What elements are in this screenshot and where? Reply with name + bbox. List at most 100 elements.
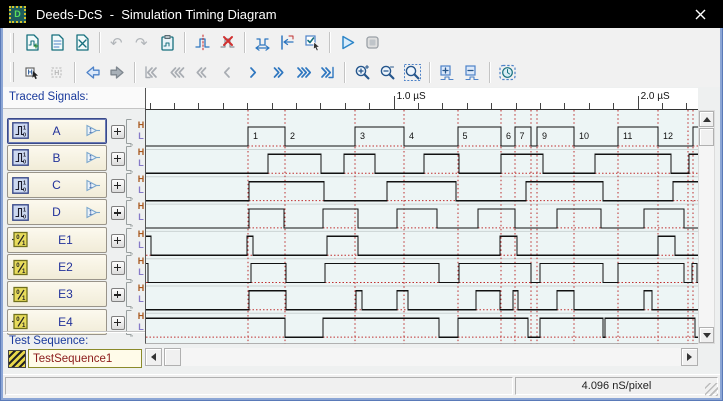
expand-signal-E2-button[interactable] [111,261,125,275]
signal-row-C: 10C1HL [3,172,145,199]
scroll-left-icon [147,353,156,361]
zoom-selection-button[interactable] [400,60,425,85]
copy-timing-diagram-button[interactable] [20,30,45,55]
svg-text:3: 3 [360,131,365,141]
signal-button-E3[interactable]: 01E3 [7,281,107,307]
forward-end-button[interactable] [315,60,340,85]
ruler-tick [540,103,541,109]
expand-signal-C-button[interactable] [111,179,125,193]
expand-signal-D-button[interactable] [111,206,125,220]
svg-text:6: 6 [506,131,511,141]
navigation-toolbar: HH [3,57,720,88]
svg-text:1: 1 [23,207,26,213]
expand-signal-A-button[interactable] [111,125,125,139]
delete-time-break-icon [218,33,237,52]
signal-traces [146,127,699,337]
svg-text:1: 1 [23,180,26,186]
scroll-down-button[interactable] [699,327,714,343]
signal-button-A[interactable]: 10A1 [7,118,107,144]
expand-signal-E3-button[interactable] [111,288,125,302]
binary-input-icon: 10 [12,204,29,221]
vertical-scroll-thumb[interactable] [699,128,714,146]
scroll-right-button[interactable] [681,348,698,366]
forward-end-icon [318,63,337,82]
toolbar-grip[interactable] [10,33,14,53]
rewind-button[interactable] [190,60,215,85]
paste-button[interactable] [155,30,180,55]
signal-button-E1[interactable]: 01E1 [7,227,107,253]
undo-button[interactable]: ↶ [105,30,130,55]
pointer-options-button[interactable] [300,30,325,55]
zoom-in-button[interactable] [350,60,375,85]
save-image-icon [48,33,67,52]
svg-text:H: H [54,70,59,77]
stop-simulation-button[interactable] [360,30,385,55]
signal-button-C[interactable]: 10C1 [7,172,107,198]
test-sequence-input[interactable] [28,349,142,368]
select-signal-2-button[interactable]: H [45,60,70,85]
window-title: Deeds-DcS - Simulation Timing Diagram [36,7,277,22]
row-bracket-icon [124,254,134,282]
clear-diagram-button[interactable] [70,30,95,55]
row-bracket-icon [124,172,134,200]
zoom-vertical-in-button[interactable] [435,60,460,85]
binary-input-icon: 10 [12,149,29,166]
signal-button-E2[interactable]: 01E2 [7,254,107,280]
close-button[interactable] [677,0,723,28]
signal-row-E1: 01E1HL [3,227,145,254]
svg-text:1: 1 [89,210,93,217]
forward-fast-button[interactable] [290,60,315,85]
nav-back-button[interactable] [80,60,105,85]
zoom-vertical-in-icon [438,63,457,82]
nav-forward-icon [108,63,127,82]
zoom-out-icon [378,63,397,82]
run-simulation-button[interactable] [335,30,360,55]
horizontal-scroll-thumb[interactable] [164,348,181,366]
align-left-button[interactable] [275,30,300,55]
step-forward-button[interactable] [240,60,265,85]
signal-name: C [29,178,84,192]
insert-time-break-button[interactable] [190,30,215,55]
zoom-out-button[interactable] [375,60,400,85]
svg-text:0: 0 [23,187,26,193]
toolbar-separator [429,62,431,83]
signal-button-B[interactable]: 10B1 [7,145,107,171]
horizontal-scrollbar[interactable] [145,348,698,366]
svg-text:1: 1 [89,128,93,135]
redo-button[interactable]: ↷ [130,30,155,55]
scroll-left-button[interactable] [145,348,162,366]
rewind-fast-button[interactable] [165,60,190,85]
run-simulation-icon [338,33,357,52]
forward-button[interactable] [265,60,290,85]
resize-grip[interactable] [705,383,718,396]
clock-options-button[interactable] [495,60,520,85]
zoom-vertical-out-button[interactable] [460,60,485,85]
row-bracket-icon [124,199,134,227]
forward-fast-icon [293,63,312,82]
ruler-tick [467,103,468,109]
expand-signal-B-button[interactable] [111,152,125,166]
signal-row-B: 10B1HL [3,145,145,172]
scroll-up-button[interactable] [699,111,714,127]
signal-button-D[interactable]: 10D1 [7,199,107,225]
toolbar-separator [74,62,76,83]
rewind-start-button[interactable] [140,60,165,85]
toolbar-separator [244,32,246,53]
ruler-tick [272,103,273,109]
fit-width-button[interactable] [250,30,275,55]
nav-forward-button[interactable] [105,60,130,85]
expand-signal-E1-button[interactable] [111,234,125,248]
ruler-tick [247,103,248,109]
step-back-button[interactable] [215,60,240,85]
signal-name: E2 [29,260,102,274]
signal-row-E2: 01E2HL [3,254,145,281]
waveform-canvas[interactable]: 12345679101112 [145,110,698,344]
sequence-generator-icon: 01 [12,286,29,303]
save-image-button[interactable] [45,30,70,55]
select-signal-button[interactable]: H [20,60,45,85]
toolbar-grip[interactable] [10,62,14,82]
vertical-scrollbar[interactable] [698,110,715,344]
delete-time-break-button[interactable] [215,30,240,55]
toolbar-separator [134,62,136,83]
expand-signal-E4-button[interactable] [111,316,125,330]
